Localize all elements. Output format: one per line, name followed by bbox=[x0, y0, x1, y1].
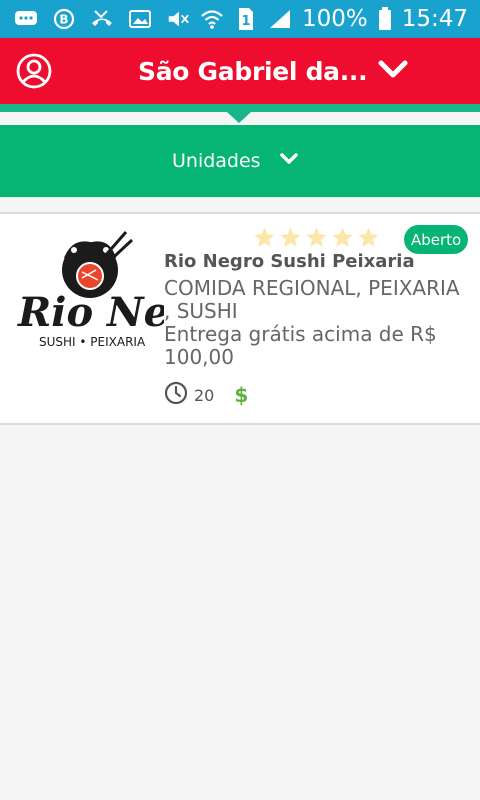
logo-title: Rio Negro bbox=[17, 289, 164, 336]
svg-text:B: B bbox=[59, 13, 68, 27]
mute-icon bbox=[166, 8, 190, 30]
city-selector[interactable]: São Gabriel da... bbox=[138, 52, 409, 90]
units-bar: Unidades bbox=[0, 125, 480, 197]
restaurant-name: Rio Negro Sushi Peixaria bbox=[164, 251, 415, 272]
status-badge: Aberto bbox=[404, 225, 469, 254]
app-header: São Gabriel da... bbox=[0, 38, 480, 104]
restaurant-logo: Rio Negro SUSHI • PEIXARIA bbox=[14, 228, 245, 368]
user-circle-icon[interactable] bbox=[16, 53, 52, 89]
units-label: Unidades bbox=[172, 150, 261, 172]
city-label: São Gabriel da... bbox=[138, 56, 368, 86]
clock: 15:47 bbox=[401, 6, 468, 32]
header-divider bbox=[0, 104, 480, 112]
meta-row: 20 $ bbox=[164, 381, 249, 410]
star-icon bbox=[280, 227, 301, 247]
svg-text:1: 1 bbox=[241, 14, 250, 29]
sim-icon: 1 bbox=[234, 8, 258, 30]
status-bar: B 1 100% 15:47 bbox=[0, 0, 480, 38]
chevron-down-icon bbox=[279, 152, 299, 171]
pointer-arrow-icon bbox=[227, 112, 251, 123]
logo-subtitle: SUSHI • PEIXARIA bbox=[39, 335, 146, 349]
delivery-time: 20 bbox=[194, 385, 215, 405]
wifi-icon bbox=[200, 8, 224, 30]
star-icon bbox=[254, 227, 275, 247]
chevron-down-icon bbox=[377, 58, 409, 85]
battery-percent: 100% bbox=[301, 6, 368, 32]
star-icon bbox=[332, 227, 353, 247]
chat-icon bbox=[14, 8, 38, 30]
photo-icon bbox=[128, 8, 152, 30]
clock-icon bbox=[164, 381, 188, 410]
star-icon bbox=[358, 227, 379, 247]
star-icon bbox=[306, 227, 327, 247]
price-level: $ bbox=[234, 383, 249, 407]
missed-call-icon bbox=[90, 8, 114, 30]
restaurant-categories: COMIDA REGIONAL, PEIXARIA , SUSHI bbox=[164, 276, 460, 323]
signal-icon bbox=[268, 8, 292, 30]
units-dropdown[interactable]: Unidades bbox=[172, 148, 299, 174]
b-icon: B bbox=[52, 8, 76, 30]
battery-icon bbox=[378, 7, 392, 30]
rating-stars bbox=[253, 226, 380, 249]
restaurant-card[interactable]: Rio Negro SUSHI • PEIXARIA Aberto Rio Ne… bbox=[0, 212, 480, 425]
delivery-info: Entrega grátis acima de R$ 100,00 bbox=[164, 322, 437, 369]
